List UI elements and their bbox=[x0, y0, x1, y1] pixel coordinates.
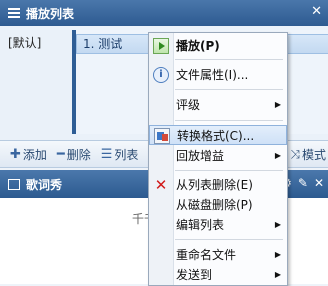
menu-item-rating[interactable]: 评级 ▶ bbox=[149, 95, 287, 115]
info-icon: i bbox=[153, 67, 169, 83]
menu-item-label: 播放(P) bbox=[176, 39, 220, 53]
menu-separator bbox=[175, 120, 283, 121]
menu-item-label: 转换格式(C)... bbox=[177, 129, 255, 143]
submenu-arrow-icon: ▶ bbox=[274, 250, 281, 259]
menu-item-replay-gain[interactable]: 回放增益 ▶ bbox=[149, 146, 287, 166]
menu-item-remove-from-list[interactable]: ✕ 从列表删除(E) bbox=[149, 175, 287, 195]
add-button[interactable]: ✚ 添加 bbox=[10, 146, 47, 163]
delete-button[interactable]: ━ 删除 bbox=[57, 146, 91, 163]
playlist-header: 播放列表 ✕ bbox=[0, 0, 328, 26]
submenu-arrow-icon: ▶ bbox=[274, 270, 281, 279]
lyrics-icon bbox=[8, 178, 20, 190]
close-icon[interactable]: ✕ bbox=[314, 176, 324, 190]
lyrics-title: 歌词秀 bbox=[26, 177, 63, 192]
pin-icon[interactable]: ✎ bbox=[298, 176, 308, 190]
playlist-title: 播放列表 bbox=[26, 6, 75, 21]
shuffle-icon: ⤨ bbox=[290, 147, 300, 161]
plus-icon: ✚ bbox=[10, 146, 21, 162]
menu-item-label: 从列表删除(E) bbox=[176, 178, 253, 192]
menu-item-convert-format[interactable]: 转换格式(C)... bbox=[149, 125, 287, 145]
menu-item-label: 文件属性(I)... bbox=[176, 68, 249, 82]
menu-item-play[interactable]: 播放(P) bbox=[149, 36, 287, 56]
menu-separator bbox=[175, 59, 283, 60]
menu-item-delete-from-disk[interactable]: 从磁盘删除(P) bbox=[149, 195, 287, 215]
play-icon bbox=[153, 38, 169, 54]
convert-icon bbox=[154, 128, 170, 144]
menu-item-label: 评级 bbox=[176, 98, 201, 112]
delete-button-label: 删除 bbox=[66, 147, 91, 162]
minus-icon: ━ bbox=[56, 146, 65, 162]
menu-item-send-to[interactable]: 发送到 ▶ bbox=[149, 265, 287, 285]
menu-separator bbox=[175, 170, 283, 171]
menu-item-edit-list[interactable]: 编辑列表 ▶ bbox=[149, 215, 287, 235]
playlist-group-default[interactable]: [默认] bbox=[8, 34, 41, 51]
submenu-arrow-icon: ▶ bbox=[274, 220, 281, 229]
menu-item-label: 重命名文件 bbox=[176, 248, 237, 262]
menu-item-label: 编辑列表 bbox=[176, 218, 225, 232]
menu-item-label: 从磁盘删除(P) bbox=[176, 198, 253, 212]
list-button[interactable]: ☰ 列表 bbox=[101, 146, 139, 163]
mode-button-label: 模式 bbox=[301, 148, 326, 162]
submenu-arrow-icon: ▶ bbox=[274, 100, 281, 109]
list-icon bbox=[8, 8, 20, 18]
delete-icon: ✕ bbox=[154, 176, 168, 194]
close-icon[interactable]: ✕ bbox=[311, 4, 322, 19]
context-menu: 播放(P) i 文件属性(I)... 评级 ▶ 转换格式(C)... 回放增益 … bbox=[148, 32, 288, 286]
menu-item-label: 回放增益 bbox=[176, 149, 225, 163]
list-icon: ☰ bbox=[100, 146, 113, 162]
list-button-label: 列表 bbox=[114, 147, 139, 162]
menu-separator bbox=[175, 239, 283, 240]
menu-separator bbox=[175, 89, 283, 90]
menu-item-file-properties[interactable]: i 文件属性(I)... bbox=[149, 65, 287, 85]
submenu-arrow-icon: ▶ bbox=[274, 151, 281, 160]
menu-item-rename-file[interactable]: 重命名文件 ▶ bbox=[149, 245, 287, 265]
mode-button[interactable]: ⤨ 模式 bbox=[290, 146, 326, 163]
add-button-label: 添加 bbox=[22, 147, 47, 162]
menu-item-label: 发送到 bbox=[176, 268, 213, 282]
